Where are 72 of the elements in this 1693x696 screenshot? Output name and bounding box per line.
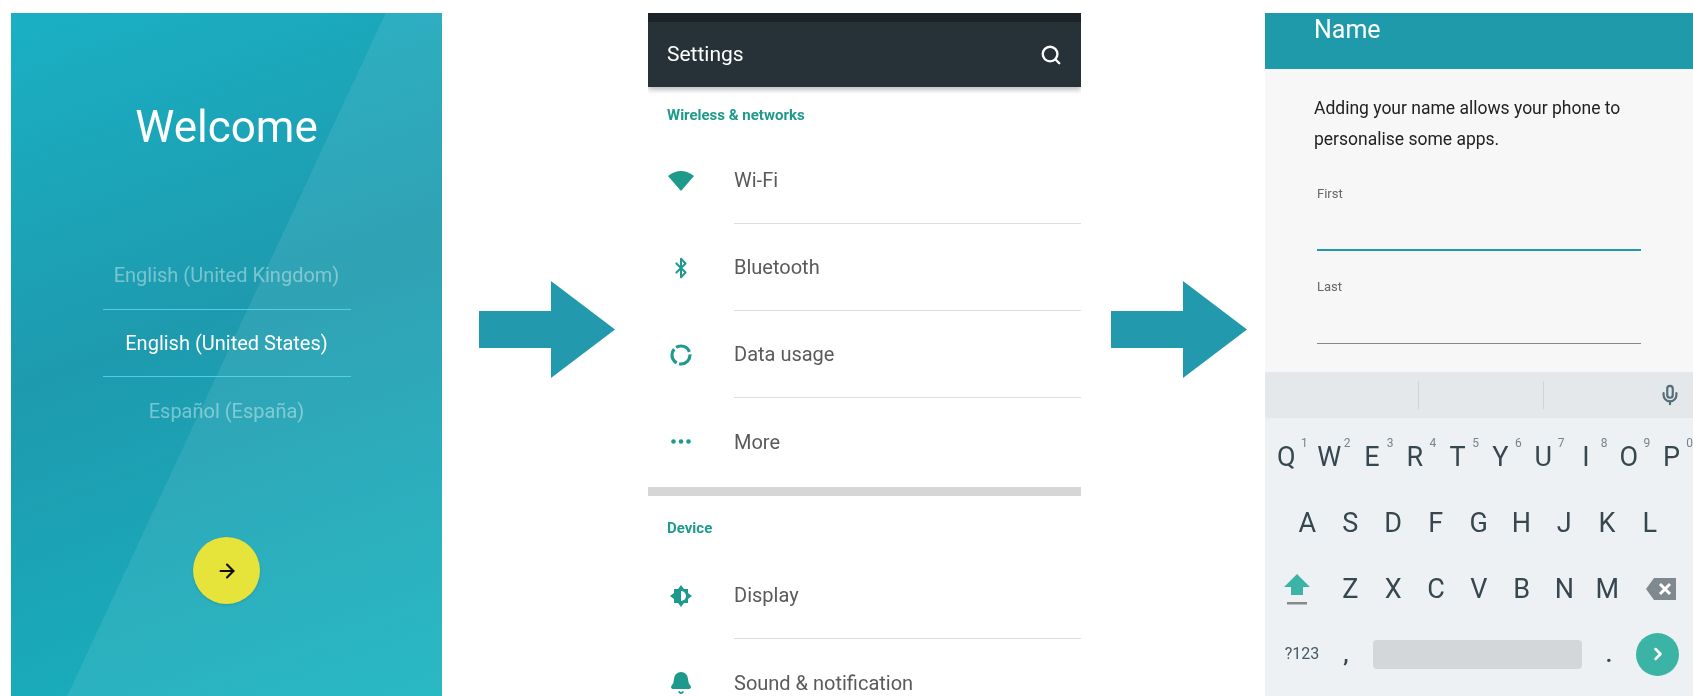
settings-item-label: Sound & notification: [734, 669, 914, 696]
microphone-icon[interactable]: [1659, 384, 1681, 406]
keyboard-key[interactable]: S: [1328, 498, 1372, 548]
settings-item[interactable]: Display: [648, 552, 1081, 639]
keyboard-key[interactable]: X: [1371, 564, 1415, 614]
keyboard-key[interactable]: Y 6: [1479, 432, 1522, 482]
enter-button[interactable]: [1636, 632, 1679, 676]
symbols-key[interactable]: ?123: [1277, 642, 1327, 666]
keyboard-key[interactable]: F: [1414, 498, 1458, 548]
keyboard-key[interactable]: M: [1585, 564, 1629, 614]
header-title: Name: [1314, 15, 1381, 45]
search-icon[interactable]: [1040, 43, 1062, 66]
welcome-title: Welcome: [135, 100, 318, 155]
settings-item-label: More: [734, 428, 781, 456]
app-bar-title: Settings: [667, 40, 744, 68]
key-hint: 5: [1472, 435, 1479, 452]
keyboard-key[interactable]: L: [1628, 498, 1672, 548]
keyboard-key[interactable]: C: [1414, 564, 1458, 614]
space-bar[interactable]: [1373, 639, 1582, 669]
keyboard-key[interactable]: P 0: [1650, 432, 1693, 482]
more-icon: [671, 439, 691, 444]
key-hint: 3: [1386, 435, 1394, 452]
keyboard-key[interactable]: B: [1500, 564, 1543, 614]
keyboard-key[interactable]: R 4: [1393, 432, 1437, 482]
settings-item[interactable]: Sound & notification: [648, 639, 1081, 696]
settings-item-label: Wi-Fi: [734, 167, 779, 194]
settings-item-label: Bluetooth: [734, 254, 820, 281]
bell-icon: [669, 670, 693, 695]
keyboard-key[interactable]: Z: [1329, 564, 1372, 614]
keyboard-key[interactable]: G: [1457, 498, 1500, 548]
settings-item[interactable]: Bluetooth: [648, 224, 1081, 311]
keyboard-key[interactable]: D: [1371, 498, 1415, 548]
backspace-icon: [1646, 578, 1676, 600]
key-hint: 8: [1600, 435, 1608, 452]
comma-key[interactable]: ,: [1333, 637, 1359, 671]
key-hint: 7: [1557, 435, 1565, 452]
period-key[interactable]: .: [1596, 637, 1622, 671]
key-hint: 9: [1643, 435, 1651, 452]
text-field[interactable]: First: [1317, 184, 1641, 251]
keyboard-key[interactable]: K: [1585, 498, 1629, 548]
right-arrow-icon: [479, 281, 615, 378]
keyboard-key[interactable]: A: [1286, 498, 1329, 548]
settings-item-label: Data usage: [734, 341, 835, 368]
key-hint: 0: [1686, 435, 1693, 452]
keyboard-key[interactable]: V: [1457, 564, 1501, 614]
key-hint: 6: [1515, 435, 1522, 452]
keyboard-key[interactable]: H: [1500, 498, 1543, 548]
keyboard-key[interactable]: N: [1543, 564, 1586, 614]
section-header: Device: [666, 518, 714, 539]
keyboard-key[interactable]: I 8: [1564, 432, 1608, 482]
settings-item[interactable]: Wi-Fi: [648, 137, 1081, 224]
key-hint: 2: [1343, 435, 1351, 452]
wifi-icon: [668, 170, 694, 191]
next-button[interactable]: [193, 537, 260, 604]
text-field[interactable]: Last: [1317, 277, 1641, 344]
right-arrow-icon: [1111, 281, 1247, 378]
shift-icon: [1283, 572, 1311, 606]
key-hint: 4: [1429, 435, 1437, 452]
settings-item[interactable]: More: [648, 398, 1081, 485]
keyboard-key[interactable]: U 7: [1521, 432, 1565, 482]
field-label: Last: [1317, 278, 1344, 296]
field-label: First: [1317, 185, 1344, 203]
key-hint: 1: [1301, 435, 1308, 452]
description-text: Adding your name allows your phone to personalise some apps.: [1314, 97, 1622, 151]
keyboard-key[interactable]: E 3: [1350, 432, 1394, 482]
keyboard-key[interactable]: T 5: [1436, 432, 1479, 482]
section-header: Wireless & networks: [666, 105, 806, 126]
ring-icon: [669, 342, 693, 367]
brightness-icon: [669, 583, 693, 608]
settings-item-label: Display: [734, 582, 799, 609]
keyboard-key[interactable]: J: [1542, 498, 1586, 548]
settings-item[interactable]: Data usage: [648, 311, 1081, 398]
